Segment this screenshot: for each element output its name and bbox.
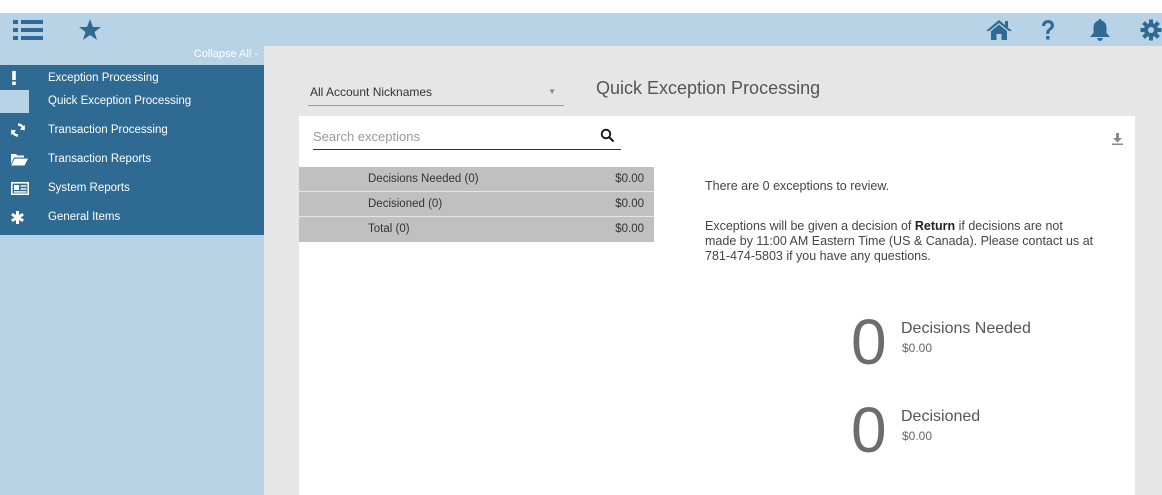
search-icon[interactable]	[600, 128, 615, 148]
account-select-value: All Account Nicknames	[310, 85, 433, 99]
exclamation-icon	[0, 65, 40, 91]
gear-icon[interactable]	[1140, 13, 1162, 46]
star-icon[interactable]	[76, 13, 104, 46]
folder-icon	[0, 146, 40, 172]
exceptions-card: Decisions Needed (0) $0.00 Decisioned (0…	[299, 116, 1135, 495]
summary-table: Decisions Needed (0) $0.00 Decisioned (0…	[299, 167, 654, 242]
sidebar-item-transaction-processing[interactable]: Transaction Processing	[0, 117, 264, 143]
sidebar-nav: Exception Processing Quick Exception Pro…	[0, 65, 264, 235]
top-navigation-bar	[0, 13, 1162, 46]
main-content: All Account Nicknames ▼ Quick Exception …	[264, 46, 1162, 495]
decision-deadline-message: Exceptions will be given a decision of R…	[705, 219, 1095, 264]
stat-label: Decisioned	[901, 408, 981, 425]
sidebar-item-label: System Reports	[48, 182, 130, 194]
help-icon[interactable]	[1037, 13, 1059, 46]
search-box	[313, 124, 621, 150]
caret-down-icon: ▼	[548, 87, 556, 96]
sidebar-item-label: Transaction Reports	[48, 153, 152, 165]
summary-label: Total (0)	[368, 223, 410, 235]
download-icon[interactable]	[1112, 132, 1123, 150]
stat-count: 0	[851, 306, 887, 378]
refresh-icon	[0, 117, 40, 143]
sidebar-item-label: General Items	[48, 211, 121, 223]
sidebar-subitem-label: Quick Exception Processing	[48, 95, 192, 107]
sidebar-subitem-quick-exception-processing[interactable]: Quick Exception Processing	[0, 90, 264, 113]
summary-amount: $0.00	[615, 223, 644, 235]
summary-label: Decisions Needed (0)	[368, 173, 479, 185]
message-text: Exceptions will be given a decision of	[705, 219, 915, 233]
menu-list-icon[interactable]	[11, 13, 45, 46]
summary-row-decisions-needed[interactable]: Decisions Needed (0) $0.00	[299, 167, 654, 192]
id-card-icon	[0, 175, 40, 201]
summary-row-total: Total (0) $0.00	[299, 217, 654, 242]
home-icon[interactable]	[983, 13, 1015, 46]
collapse-all-link[interactable]: Collapse All -	[0, 46, 264, 65]
search-input[interactable]	[313, 124, 593, 148]
sidebar-item-label: Transaction Processing	[48, 124, 168, 136]
summary-amount: $0.00	[615, 198, 644, 210]
summary-row-decisioned[interactable]: Decisioned (0) $0.00	[299, 192, 654, 217]
sidebar: Collapse All - Exception Processing Quic…	[0, 46, 264, 495]
summary-amount: $0.00	[615, 173, 644, 185]
active-marker	[0, 90, 29, 113]
sidebar-item-general-items[interactable]: General Items	[0, 204, 264, 230]
account-nickname-select[interactable]: All Account Nicknames ▼	[308, 78, 564, 106]
sidebar-item-system-reports[interactable]: System Reports	[0, 175, 264, 201]
sidebar-item-transaction-reports[interactable]: Transaction Reports	[0, 146, 264, 172]
stat-label: Decisions Needed	[901, 320, 1031, 337]
message-bold-text: Return	[914, 219, 956, 233]
sidebar-item-exception-processing[interactable]: Exception Processing	[0, 65, 264, 91]
stat-amount: $0.00	[902, 429, 933, 443]
asterisk-icon	[0, 204, 40, 230]
stat-amount: $0.00	[902, 341, 933, 355]
exceptions-count-message: There are 0 exceptions to review.	[705, 179, 890, 193]
page-title: Quick Exception Processing	[596, 78, 821, 98]
bell-icon[interactable]	[1086, 13, 1114, 46]
sidebar-item-label: Exception Processing	[48, 72, 159, 84]
summary-label: Decisioned (0)	[368, 198, 443, 210]
stat-count: 0	[851, 394, 887, 466]
